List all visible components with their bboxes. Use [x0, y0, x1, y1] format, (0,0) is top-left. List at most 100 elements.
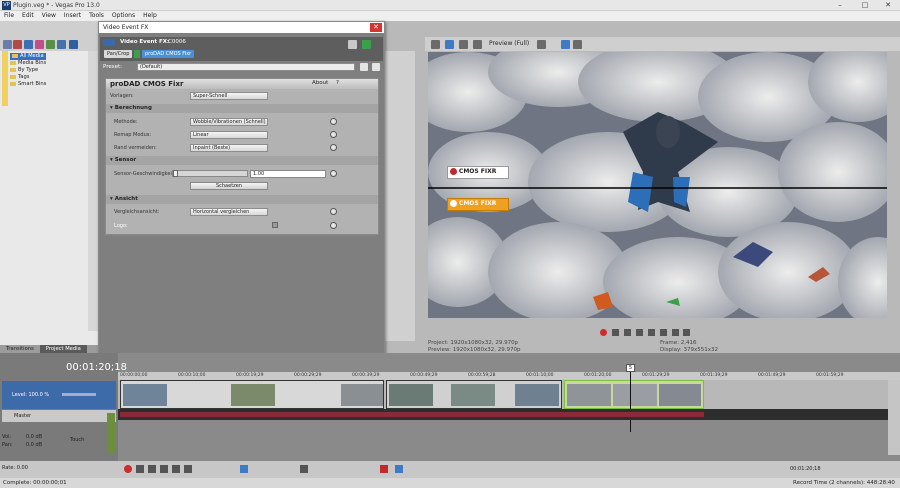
menu-insert[interactable]: Insert	[60, 11, 85, 20]
audio-waveform[interactable]	[120, 412, 704, 417]
rand-label: Rand vermeiden:	[114, 145, 157, 151]
copy-snapshot-icon[interactable]	[561, 40, 570, 49]
section-ansicht[interactable]: ▾ Ansicht	[106, 195, 378, 204]
ruler-tick: 00:00:00;00	[120, 373, 148, 378]
record-icon[interactable]	[600, 329, 607, 336]
keyframe-clock-icon[interactable]	[330, 144, 337, 151]
play-icon[interactable]	[635, 329, 643, 336]
video-track-header[interactable]: Level: 100.0 %	[2, 381, 116, 409]
preset-select[interactable]: (Default)	[137, 63, 355, 71]
dialog-title: Video Event FX	[99, 22, 384, 33]
capture-icon[interactable]	[13, 40, 22, 49]
playhead[interactable]	[630, 372, 631, 432]
about-button[interactable]: About	[312, 80, 328, 86]
keyframe-clock-icon[interactable]	[330, 208, 337, 215]
pause-icon[interactable]	[647, 329, 655, 336]
marker-icon[interactable]	[380, 465, 388, 473]
external-monitor-icon[interactable]	[473, 40, 482, 49]
minimize-button[interactable]: –	[828, 0, 852, 11]
marker-flag[interactable]: 5	[626, 364, 635, 372]
delete-preset-icon[interactable]	[372, 63, 380, 71]
tab-transitions[interactable]: Transitions	[0, 345, 40, 353]
remove-icon[interactable]	[35, 40, 44, 49]
vorlagen-select[interactable]: Super-Schnell	[190, 92, 268, 100]
slider-thumb[interactable]	[173, 170, 178, 177]
play-from-start-icon[interactable]	[148, 465, 156, 473]
keyframe-clock-icon[interactable]	[330, 118, 337, 125]
plugin-chain-icon[interactable]	[348, 40, 357, 49]
keyframe-clock-icon[interactable]	[330, 170, 337, 177]
overlay-icon[interactable]	[459, 40, 468, 49]
menu-help[interactable]: Help	[139, 11, 161, 20]
methode-select[interactable]: Wobble/Vibrationen (Schnell)	[190, 118, 268, 126]
menu-edit[interactable]: Edit	[18, 11, 38, 20]
stop-icon[interactable]	[184, 465, 192, 473]
preview-settings-icon[interactable]	[431, 40, 440, 49]
plugin-pan-crop-button[interactable]: Pan/Crop	[104, 50, 133, 58]
normal-edit-tool-icon[interactable]	[240, 465, 248, 473]
prev-frame-icon[interactable]	[671, 329, 679, 336]
split-screen-icon[interactable]	[445, 40, 454, 49]
rand-select[interactable]: Inpaint (Beste)	[190, 144, 268, 152]
next-frame-icon[interactable]	[683, 329, 691, 336]
views-icon[interactable]	[69, 40, 78, 49]
touch-mode[interactable]: Touch	[70, 437, 84, 443]
tree-item-media-bins[interactable]: Media Bins	[10, 60, 46, 67]
level-slider[interactable]	[62, 393, 96, 396]
vergleich-select[interactable]: Horizontal vergleichen	[190, 208, 268, 216]
remove-plugin-icon[interactable]	[362, 40, 371, 49]
plugin-cmos-fixr-button[interactable]: proDAD CMOS Fixr	[142, 50, 195, 58]
menu-bar: File Edit View Insert Tools Options Help	[0, 11, 900, 21]
video-clip[interactable]	[120, 380, 384, 409]
help-button[interactable]: ?	[336, 80, 339, 86]
snapping-icon[interactable]	[395, 465, 403, 473]
menu-file[interactable]: File	[0, 11, 18, 20]
delete-icon[interactable]	[300, 465, 308, 473]
tree-item-smart-bins[interactable]: Smart Bins	[10, 81, 46, 88]
loop-icon[interactable]	[611, 329, 619, 336]
import-icon[interactable]	[3, 40, 12, 49]
section-berechnung[interactable]: ▾ Berechnung	[106, 104, 378, 113]
fx-icon[interactable]	[46, 40, 55, 49]
save-preset-icon[interactable]	[360, 63, 368, 71]
keyframe-clock-icon[interactable]	[330, 222, 337, 229]
tree-item-all-media[interactable]: All Media	[10, 53, 46, 60]
preview-quality-select[interactable]: Preview (Full)	[489, 40, 529, 47]
sensor-slider[interactable]	[172, 170, 248, 177]
get-media-icon[interactable]	[24, 40, 33, 49]
timeline-ruler[interactable]: 00:00:00;00 00:00:10;00 00:00:19;29 00:0…	[118, 372, 900, 380]
tab-project-media[interactable]: Project Media	[39, 345, 87, 353]
logo-checkbox[interactable]	[272, 222, 278, 228]
video-clip-selected[interactable]	[564, 380, 704, 409]
stop-icon[interactable]	[659, 329, 667, 336]
dialog-close-button[interactable]: ✕	[370, 23, 382, 32]
video-clip[interactable]	[386, 380, 562, 409]
maximize-button[interactable]: □	[853, 0, 877, 11]
menu-tools[interactable]: Tools	[85, 11, 108, 20]
loop-icon[interactable]	[136, 465, 144, 473]
pause-icon[interactable]	[172, 465, 180, 473]
section-label: Ansicht	[114, 196, 138, 202]
timeline-vertical-scrollbar[interactable]	[888, 380, 900, 455]
save-snapshot-icon[interactable]	[573, 40, 582, 49]
sensor-value-field[interactable]: 1.00	[250, 170, 326, 178]
menu-options[interactable]: Options	[108, 11, 139, 20]
preview-toolbar: Preview (Full)	[425, 37, 900, 51]
close-button[interactable]: ✕	[876, 0, 900, 11]
record-icon[interactable]	[124, 465, 132, 473]
grid-icon[interactable]	[537, 40, 546, 49]
tree-item-tags[interactable]: Tags	[10, 74, 29, 81]
properties-icon[interactable]	[57, 40, 66, 49]
play-icon[interactable]	[160, 465, 168, 473]
ruler-tick: 00:01:10;00	[526, 373, 554, 378]
schaetzen-button[interactable]: Schaetzen	[190, 182, 268, 190]
project-label: Project:	[428, 340, 449, 346]
remap-select[interactable]: Linear	[190, 131, 268, 139]
keyframe-clock-icon[interactable]	[330, 131, 337, 138]
bypass-icon[interactable]	[134, 50, 140, 58]
panel-scrollbar[interactable]	[88, 51, 98, 331]
tree-item-by-type[interactable]: By Type	[10, 67, 38, 74]
section-sensor[interactable]: ▾ Sensor	[106, 156, 378, 165]
menu-view[interactable]: View	[38, 11, 60, 20]
play-from-start-icon[interactable]	[623, 329, 631, 336]
